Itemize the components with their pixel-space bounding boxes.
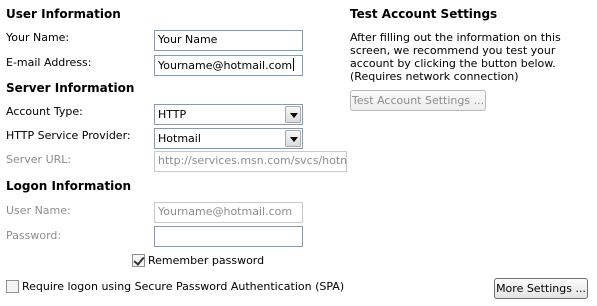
your-name-input[interactable]: Your Name [154, 30, 303, 51]
user-name-value: Yourname@hotmail.com [158, 205, 293, 218]
test-account-description: After filling out the information on thi… [350, 31, 561, 83]
server-url-input: http://services.msn.com/svcs/hotmail/h [154, 151, 347, 172]
user-name-label: User Name: [6, 204, 71, 217]
server-information-heading: Server Information [6, 81, 135, 95]
remember-password-checkbox[interactable] [132, 254, 145, 267]
server-url-value: http://services.msn.com/svcs/hotmail/h [158, 154, 346, 167]
server-url-label: Server URL: [6, 153, 72, 166]
account-type-select[interactable]: HTTP [154, 104, 303, 125]
http-service-provider-label: HTTP Service Provider: [6, 129, 131, 142]
password-input[interactable] [154, 226, 303, 247]
your-name-value: Your Name [158, 33, 218, 46]
email-address-input[interactable]: Yourname@hotmail.com [154, 55, 303, 76]
user-name-input: Yourname@hotmail.com [154, 202, 303, 223]
logon-information-heading: Logon Information [6, 179, 132, 193]
test-account-settings-button[interactable]: Test Account Settings ... [350, 90, 486, 111]
spa-label: Require logon using Secure Password Auth… [22, 280, 345, 293]
http-service-provider-select[interactable]: Hotmail [154, 128, 303, 149]
account-type-label: Account Type: [6, 105, 83, 118]
http-service-provider-value: Hotmail [158, 132, 201, 145]
remember-password-label: Remember password [148, 254, 265, 267]
chevron-down-icon[interactable] [285, 130, 301, 147]
spa-checkbox[interactable] [6, 280, 19, 293]
text-caret [293, 58, 295, 71]
your-name-label: Your Name: [6, 31, 70, 44]
chevron-down-icon[interactable] [285, 106, 301, 123]
user-information-heading: User Information [6, 7, 121, 21]
account-type-value: HTTP [158, 108, 187, 121]
more-settings-button[interactable]: More Settings ... [494, 278, 588, 299]
password-label: Password: [6, 229, 62, 242]
email-address-value: Yourname@hotmail.com [158, 59, 293, 72]
email-address-label: E-mail Address: [6, 56, 92, 69]
test-account-settings-heading: Test Account Settings [350, 7, 498, 21]
